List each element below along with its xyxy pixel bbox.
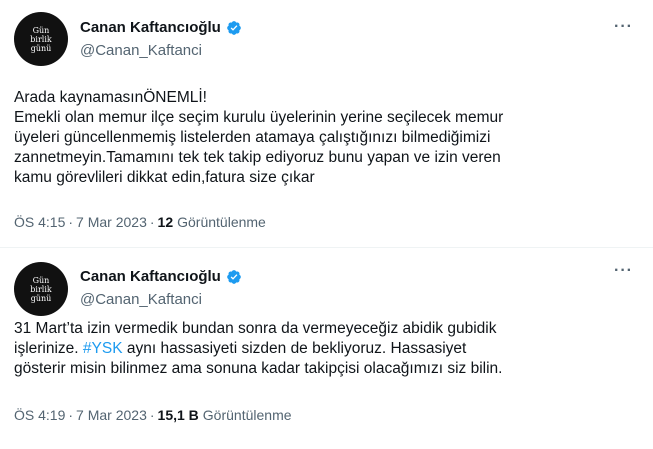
separator-dot: · bbox=[149, 214, 155, 230]
tweet-time[interactable]: ÖS 4:19 bbox=[14, 407, 65, 423]
avatar-text-line: birlik bbox=[30, 34, 52, 44]
views-label: Görüntülenme bbox=[177, 214, 266, 230]
author-row: Canan Kaftancıoğlu bbox=[80, 268, 242, 285]
avatar-text-line: günü bbox=[30, 43, 52, 53]
tweet-meta: ÖS 4:15 · 7 Mar 2023 · 12 Görüntülenme bbox=[14, 214, 266, 230]
author-handle[interactable]: @Canan_Kaftanci bbox=[80, 42, 202, 59]
tweet-text-line: 31 Mart’ta izin vermedik bundan sonra da… bbox=[14, 320, 497, 337]
hashtag-link[interactable]: #YSK bbox=[83, 340, 123, 357]
tweet-text-line: kamu görevlileri dikkat edin,fatura size… bbox=[14, 169, 315, 186]
avatar-text-line: Gün bbox=[32, 25, 50, 35]
separator-dot: · bbox=[68, 407, 74, 423]
tweet-date[interactable]: 7 Mar 2023 bbox=[76, 214, 147, 230]
avatar[interactable]: Gün birlik günü bbox=[14, 12, 68, 66]
verified-badge-icon bbox=[227, 269, 241, 284]
avatar-text-line: birlik bbox=[30, 284, 52, 294]
avatar-text-line: günü bbox=[30, 293, 52, 303]
author-name[interactable]: Canan Kaftancıoğlu bbox=[80, 19, 221, 36]
tweet-text-line: Arada kaynamasınÖNEMLİ! bbox=[14, 89, 207, 106]
author-handle[interactable]: @Canan_Kaftanci bbox=[80, 291, 202, 308]
tweet-text-line: Emekli olan memur ilçe seçim kurulu üyel… bbox=[14, 109, 504, 126]
views-count: 15,1 B bbox=[157, 407, 199, 423]
tweet-date[interactable]: 7 Mar 2023 bbox=[76, 407, 147, 423]
divider bbox=[0, 247, 653, 248]
author-row: Canan Kaftancıoğlu bbox=[80, 19, 242, 36]
tweet-text-line: gösterir misin bilinmez ama sonuna kadar… bbox=[14, 360, 503, 377]
tweet-text-segment: işlerinize. bbox=[14, 340, 83, 357]
tweet-text: 31 Mart’ta izin vermedik bundan sonra da… bbox=[14, 319, 639, 379]
separator-dot: · bbox=[68, 214, 74, 230]
avatar-text-line: Gün bbox=[32, 275, 50, 285]
separator-dot: · bbox=[149, 407, 155, 423]
tweet-text-line: üyeleri güncellenmemiş listelerden atama… bbox=[14, 129, 491, 146]
more-icon[interactable]: ··· bbox=[614, 262, 633, 280]
tweet-text-line: zannetmeyin.Tamamını tek tek takip ediyo… bbox=[14, 149, 501, 166]
tweet-meta: ÖS 4:19 · 7 Mar 2023 · 15,1 B Görüntülen… bbox=[14, 407, 292, 423]
tweet-time[interactable]: ÖS 4:15 bbox=[14, 214, 65, 230]
tweet-text-segment: aynı hassasiyeti sizden de bekliyoruz. H… bbox=[122, 340, 467, 357]
tweet-1[interactable]: Gün birlik günü Canan Kaftancıoğlu @Cana… bbox=[0, 0, 653, 247]
avatar[interactable]: Gün birlik günü bbox=[14, 262, 68, 316]
tweet-2[interactable]: Gün birlik günü Canan Kaftancıoğlu @Cana… bbox=[0, 250, 653, 449]
tweet-text: Arada kaynamasınÖNEMLİ! Emekli olan memu… bbox=[14, 88, 639, 188]
views-count: 12 bbox=[157, 214, 174, 230]
views-label: Görüntülenme bbox=[202, 407, 292, 423]
more-icon[interactable]: ··· bbox=[614, 18, 633, 36]
author-name[interactable]: Canan Kaftancıoğlu bbox=[80, 268, 221, 285]
verified-badge-icon bbox=[227, 20, 241, 35]
